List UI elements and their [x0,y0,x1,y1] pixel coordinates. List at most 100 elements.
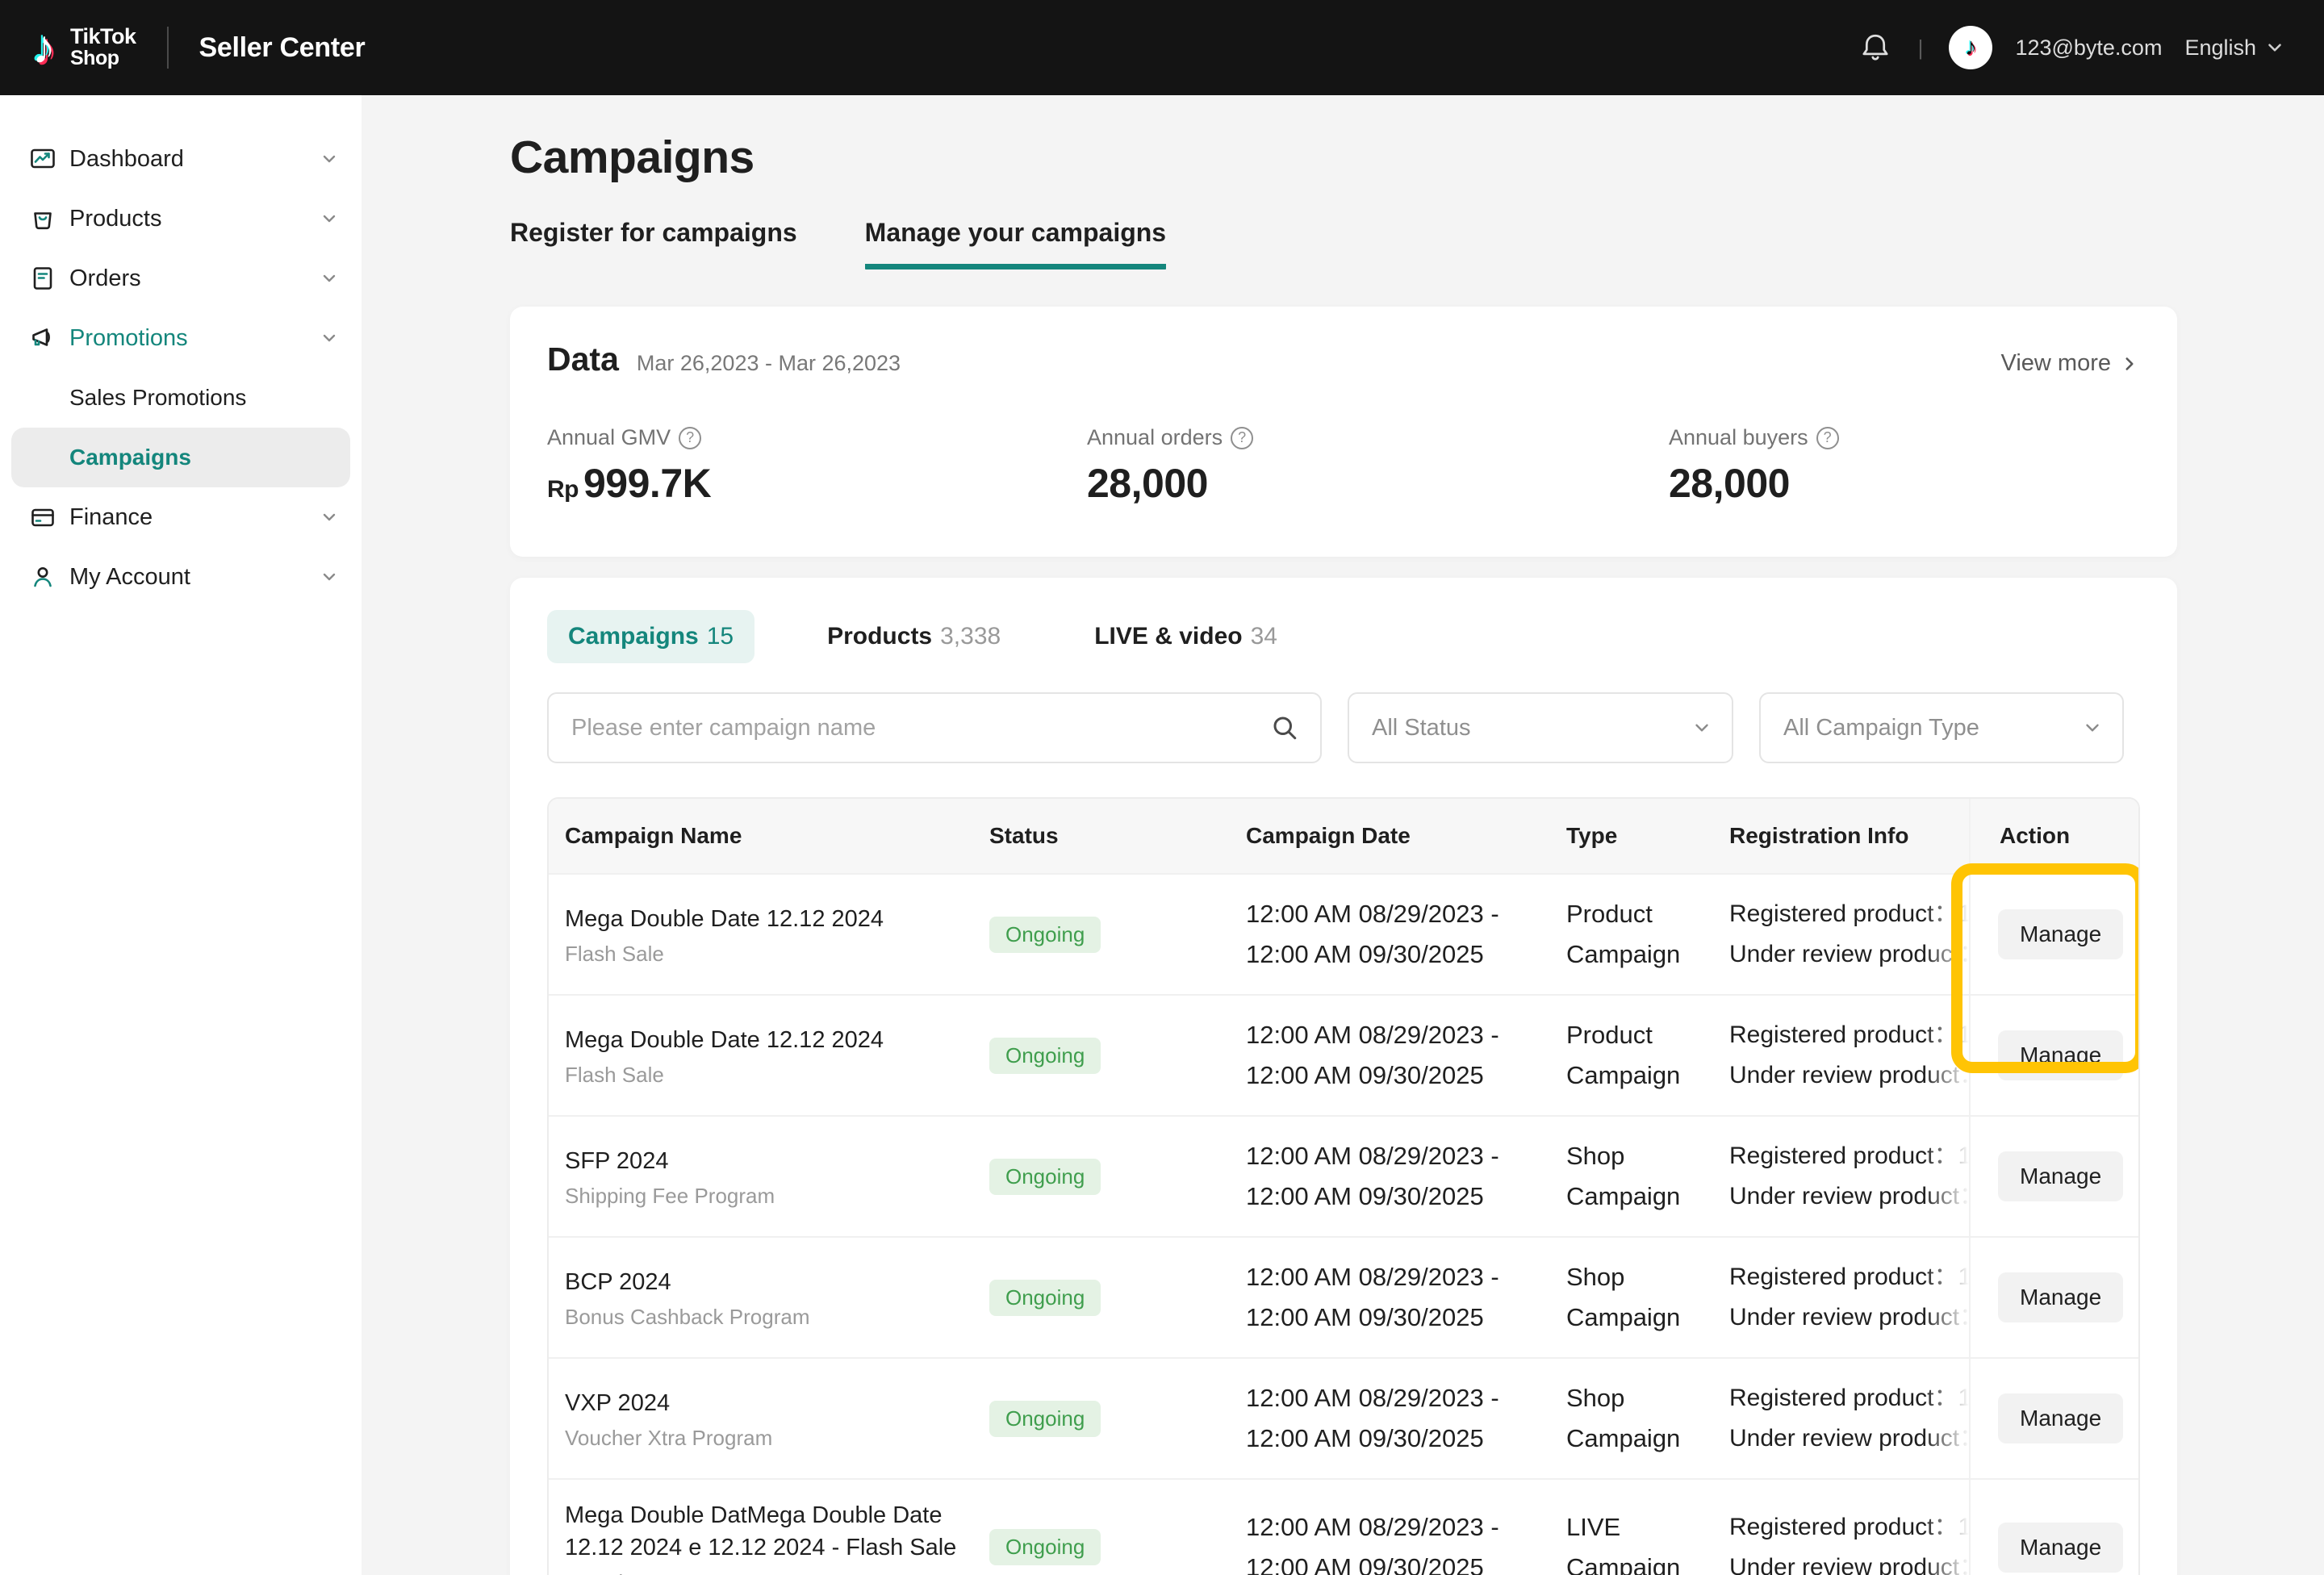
campaign-name-cell: BCP 2024 Bonus Cashback Program [549,1266,972,1330]
sidebar-item-label: Orders [69,265,141,292]
campaign-name: Mega Double Date 12.12 2024 [565,1024,957,1056]
date-end: 12:00 AM 09/30/2025 [1246,1418,1549,1459]
type-cell: Shop Campaign [1549,1257,1712,1338]
campaign-name-cell: Mega Double Date 12.12 2024 Flash Sale [549,1024,972,1088]
account-email[interactable]: 123@byte.com [2015,36,2162,61]
tab-count: 15 [707,623,734,650]
sidebar-item-label: Promotions [69,325,188,352]
campaign-name: Mega Double DatMega Double Date 12.12 20… [565,1499,957,1564]
sidebar-item-dashboard[interactable]: Dashboard [0,129,362,189]
chevron-down-icon [320,328,339,348]
tab-label: Products [827,623,932,650]
search-icon[interactable] [1270,713,1299,742]
action-cell: Manage [1969,1480,2138,1575]
manage-button[interactable]: Manage [1998,1523,2123,1573]
manage-button[interactable]: Manage [1998,1393,2123,1443]
brand-wordmark: TikTok Shop [70,26,136,69]
campaign-name-cell: Mega Double Date 12.12 2024 Flash Sale [549,903,972,967]
avatar[interactable]: ♪ [1949,26,1992,69]
sidebar-item-products[interactable]: Products [0,189,362,249]
tab-count: 3,338 [940,623,1001,650]
sidebar-item-promotions[interactable]: Promotions [0,308,362,368]
table-row: Mega Double Date 12.12 2024 Flash Sale O… [549,994,2138,1115]
data-card-title: Data [547,340,619,378]
campaign-search [547,692,1322,763]
topbar-separator: | [1918,36,1924,61]
date-start: 12:00 AM 08/29/2023 - [1246,1507,1549,1548]
column-action: Action [1969,799,2138,873]
action-cell: Manage [1969,1117,2138,1236]
sidebar-item-label: Dashboard [69,146,184,173]
campaign-name-cell: VXP 2024 Voucher Xtra Program [549,1387,972,1451]
sidebar-item-campaigns[interactable]: Campaigns [11,428,350,487]
date-start: 12:00 AM 08/29/2023 - [1246,894,1549,934]
sidebar-item-sales-promotions[interactable]: Sales Promotions [0,368,362,428]
action-cell: Manage [1969,1238,2138,1357]
campaign-type-select[interactable]: All Campaign Type [1759,692,2124,763]
finance-icon [29,503,56,531]
main-content: Campaigns Register for campaigns Manage … [362,95,2324,1575]
sidebar-item-label: Products [69,206,161,232]
sidebar: Dashboard Products Orders [0,95,362,1575]
manage-button[interactable]: Manage [1998,1030,2123,1080]
language-selector[interactable]: English [2184,36,2285,61]
tiktok-logo-icon: ♪ [32,24,56,71]
campaign-name: Mega Double Date 12.12 2024 [565,903,957,935]
column-campaign-date: Campaign Date [1228,823,1549,849]
campaign-name-cell: Mega Double DatMega Double Date 12.12 20… [549,1499,972,1575]
sidebar-item-label: Campaigns [69,445,191,470]
campaign-date-cell: 12:00 AM 08/29/2023 - 12:00 AM 09/30/202… [1228,1378,1549,1459]
campaign-subtitle: Flash Sale [565,942,957,967]
chevron-right-icon [2119,353,2140,374]
status-cell: Ongoing [972,1159,1228,1195]
manage-button[interactable]: Manage [1998,1151,2123,1201]
manage-button[interactable]: Manage [1998,1272,2123,1322]
campaign-subtitle: Bonus Cashback Program [565,1305,957,1330]
data-card: Data Mar 26,2023 - Mar 26,2023 View more… [510,307,2177,557]
brand-line2: Shop [70,48,136,69]
date-end: 12:00 AM 09/30/2025 [1246,1055,1549,1096]
help-icon[interactable]: ? [1816,427,1839,449]
help-icon[interactable]: ? [1231,427,1253,449]
date-start: 12:00 AM 08/29/2023 - [1246,1257,1549,1297]
date-end: 12:00 AM 09/30/2025 [1246,1548,1549,1575]
action-cell: Manage [1969,1359,2138,1478]
stat-annual-gmv: Annual GMV ? Rp999.7K [547,425,1087,507]
sidebar-item-finance[interactable]: Finance [0,487,362,547]
chevron-down-icon [320,269,339,288]
campaign-date-cell: 12:00 AM 08/29/2023 - 12:00 AM 09/30/202… [1228,1507,1549,1575]
campaign-subtitle: Key Livestream [565,1570,957,1575]
tab-register-for-campaigns[interactable]: Register for campaigns [510,218,797,269]
campaign-type-select-value: All Campaign Type [1783,715,1979,742]
stat-value: 28,000 [1087,461,1208,506]
status-select[interactable]: All Status [1348,692,1733,763]
campaigns-card: Campaigns 15 Products 3,338 LIVE & video… [510,578,2177,1575]
column-campaign-name: Campaign Name [549,823,972,849]
help-icon[interactable]: ? [679,427,701,449]
status-select-value: All Status [1372,715,1471,742]
chevron-down-icon [2082,717,2103,738]
sidebar-item-orders[interactable]: Orders [0,249,362,308]
tab-manage-your-campaigns[interactable]: Manage your campaigns [865,218,1166,269]
status-badge: Ongoing [989,1529,1101,1565]
tab-products[interactable]: Products 3,338 [806,610,1022,663]
type-cell: Product Campaign [1549,1015,1712,1096]
chevron-down-icon [320,508,339,527]
tab-live-video[interactable]: LIVE & video 34 [1073,610,1298,663]
table-row: VXP 2024 Voucher Xtra Program Ongoing 12… [549,1357,2138,1478]
data-card-header: Data Mar 26,2023 - Mar 26,2023 View more [547,340,2140,378]
stat-label: Annual orders [1087,425,1223,450]
view-more-link[interactable]: View more [2001,350,2140,377]
stat-annual-orders: Annual orders ? 28,000 [1087,425,1669,507]
my-account-icon [29,563,56,591]
notification-bell-button[interactable] [1858,31,1892,65]
chevron-down-icon [320,209,339,228]
manage-button[interactable]: Manage [1998,909,2123,959]
stat-value: 28,000 [1669,461,1790,506]
search-input[interactable] [571,715,1270,742]
data-date-range: Mar 26,2023 - Mar 26,2023 [637,351,901,376]
sidebar-item-my-account[interactable]: My Account [0,547,362,607]
tab-campaigns[interactable]: Campaigns 15 [547,610,754,663]
chevron-down-icon [1691,717,1712,738]
date-start: 12:00 AM 08/29/2023 - [1246,1378,1549,1418]
